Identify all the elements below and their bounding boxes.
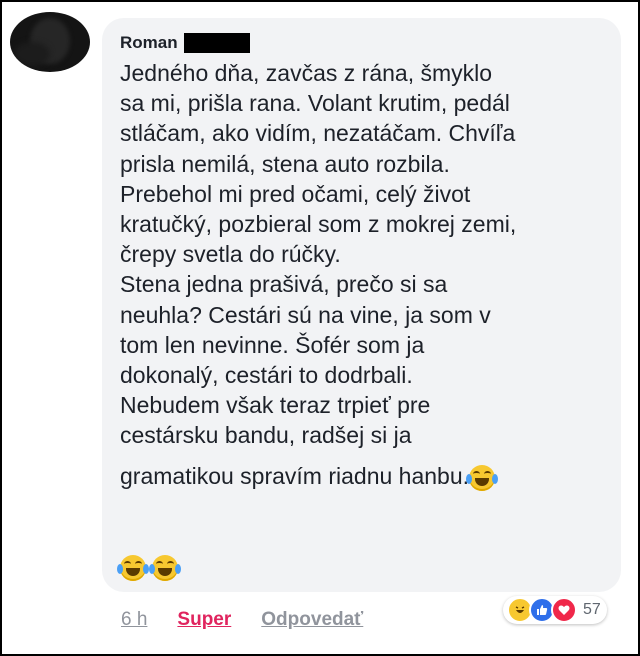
comment-actions: 6 h Super Odpovedať	[121, 609, 363, 631]
redacted-surname	[183, 33, 250, 53]
reply-button[interactable]: Odpovedať	[261, 609, 363, 631]
comment-line: Prebehol mi pred očami, celý život	[120, 180, 471, 207]
comment-text: Jedného dňa, zavčas z rána, šmyklo sa mi…	[120, 58, 620, 491]
comment-line: sa mi, prišla rana. Volant krutim, pedál	[120, 90, 510, 117]
comment-line: kratučký, pozbieral som z mokrej zemi,	[120, 211, 517, 238]
avatar[interactable]	[10, 12, 90, 72]
comment-line: Jedného dňa, zavčas z rána, šmyklo	[120, 60, 493, 86]
comment-line: prisla nemilá, stena auto rozbila.	[120, 150, 450, 177]
author-name[interactable]: Roman	[120, 33, 178, 53]
tears-of-joy-icon	[149, 555, 181, 581]
comment-line: dokonalý, cestári to dodrbali.	[120, 362, 413, 389]
comment-line: neuhla? Cestári sú na vine, ja som v	[120, 301, 491, 328]
tears-of-joy-icon	[117, 555, 149, 581]
comment-author[interactable]: Roman	[120, 33, 250, 53]
comment-line: stláčam, ako vidím, nezatáčam. Chvíľa	[120, 120, 516, 147]
reaction-summary[interactable]: 57	[503, 596, 607, 624]
comment-line: cestársku bandu, radšej si ja	[120, 422, 412, 449]
comment-line: črepy svetla do rúčky.	[120, 241, 341, 268]
avatar-blur-lower	[14, 42, 50, 66]
like-button[interactable]: Super	[177, 609, 231, 631]
comment-line: Stena jedna prašivá, prečo si sa	[120, 271, 448, 298]
timestamp-link[interactable]: 6 h	[121, 609, 147, 631]
tears-of-joy-icon	[466, 464, 499, 491]
comment-line: tom len nevinne. Šofér som ja	[120, 331, 425, 358]
comment-line-last: gramatikou spravím riadnu hanbu.	[120, 461, 620, 491]
love-reaction-icon	[551, 597, 577, 623]
comment-line: Nebudem však teraz trpieť pre	[120, 392, 431, 419]
emoji-row	[117, 555, 181, 581]
comment-line: gramatikou spravím riadnu hanbu.	[120, 462, 470, 489]
reaction-count: 57	[583, 601, 601, 618]
